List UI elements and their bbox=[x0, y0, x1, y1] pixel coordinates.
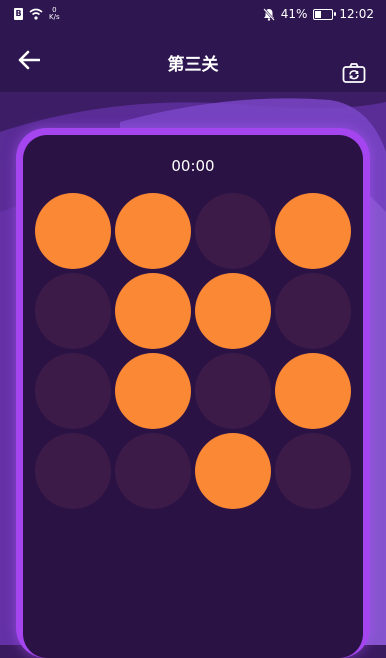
light-on-cell[interactable] bbox=[35, 193, 111, 269]
status-right: 41% 12:02 bbox=[262, 7, 374, 21]
camera-rotate-icon[interactable] bbox=[342, 62, 366, 84]
notification-mute-icon bbox=[262, 7, 275, 21]
sim-icon: B bbox=[14, 8, 23, 20]
page-title: 第三关 bbox=[167, 55, 219, 75]
header: 第三关 bbox=[0, 30, 386, 92]
light-off-cell[interactable] bbox=[35, 273, 111, 349]
network-speed: 0 K/s bbox=[49, 7, 60, 21]
wifi-icon bbox=[29, 8, 43, 20]
battery-icon bbox=[313, 8, 337, 20]
light-off-cell[interactable] bbox=[275, 273, 351, 349]
light-on-cell[interactable] bbox=[275, 353, 351, 429]
game-board-frame: 00:00 bbox=[16, 128, 370, 658]
status-left: B 0 K/s bbox=[14, 7, 60, 21]
light-off-cell[interactable] bbox=[195, 353, 271, 429]
light-on-cell[interactable] bbox=[115, 273, 191, 349]
clock: 12:02 bbox=[339, 7, 374, 21]
light-on-cell[interactable] bbox=[195, 433, 271, 509]
light-on-cell[interactable] bbox=[275, 193, 351, 269]
light-on-cell[interactable] bbox=[115, 193, 191, 269]
game-board: 00:00 bbox=[23, 135, 363, 658]
light-on-cell[interactable] bbox=[115, 353, 191, 429]
timer: 00:00 bbox=[171, 157, 215, 175]
status-bar: B 0 K/s 41% 12:02 bbox=[0, 0, 386, 30]
network-speed-unit: K/s bbox=[49, 13, 60, 21]
battery-percent: 41% bbox=[280, 7, 308, 21]
light-off-cell[interactable] bbox=[115, 433, 191, 509]
light-off-cell[interactable] bbox=[275, 433, 351, 509]
light-grid bbox=[35, 193, 351, 509]
light-off-cell[interactable] bbox=[35, 353, 111, 429]
light-off-cell[interactable] bbox=[195, 193, 271, 269]
light-off-cell[interactable] bbox=[35, 433, 111, 509]
battery-fill bbox=[315, 10, 322, 18]
light-on-cell[interactable] bbox=[195, 273, 271, 349]
